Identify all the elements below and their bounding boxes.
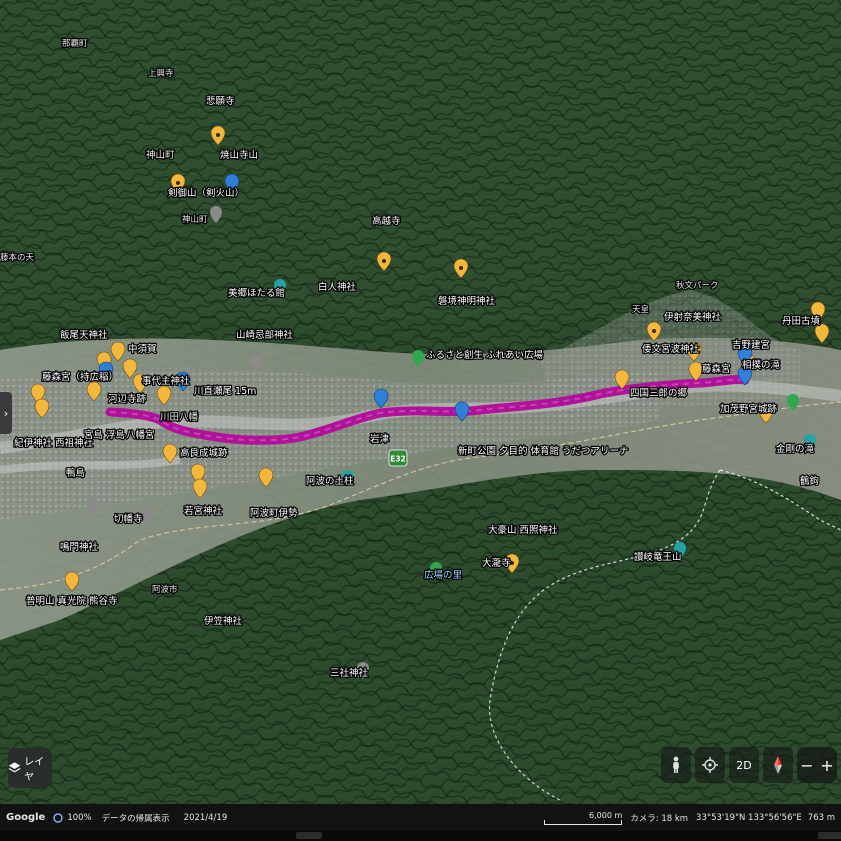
- toggle-2d-button[interactable]: 2D: [729, 747, 759, 783]
- place-label: 普明山 真光院 熊谷寺: [26, 595, 118, 607]
- place-label: 白人神社: [318, 281, 357, 293]
- place-label: 吉野建宮: [732, 339, 770, 351]
- zoom-control: − +: [797, 747, 837, 783]
- place-label: 那覇町: [62, 39, 88, 49]
- place-label: 阿波町伊勢: [250, 507, 298, 519]
- place-label: 大瀧寺: [482, 557, 511, 569]
- place-label: 讃岐竜王山: [634, 551, 682, 563]
- data-attribution-link[interactable]: データの帰属表示: [102, 812, 170, 824]
- minus-icon: −: [800, 755, 814, 775]
- place-label: 相撲の滝: [742, 359, 781, 371]
- place-label: 美郷ほたる館: [228, 287, 285, 299]
- bottom-tab[interactable]: [818, 832, 841, 839]
- place-label: 鶴鉤: [800, 475, 819, 487]
- place-label: 伊射奈美神社: [664, 311, 722, 323]
- place-label: 倭文宮波神社: [642, 343, 700, 355]
- zoom-out-button[interactable]: −: [797, 747, 817, 783]
- place-label: 鴨島: [66, 467, 85, 479]
- my-location-button[interactable]: [695, 747, 725, 783]
- place-label: 若宮神社: [184, 505, 223, 517]
- layers-button[interactable]: レイヤ: [8, 748, 52, 788]
- place-label: 中須賀: [128, 343, 157, 355]
- place-label: 山崎忌部神社: [236, 329, 294, 341]
- bottom-strip: [0, 831, 841, 841]
- place-label: 河辺寺跡: [108, 393, 147, 405]
- highway-shield-label: E32: [390, 455, 406, 464]
- cursor-coordinates: 33°53'19"N 133°56'56"E: [696, 812, 802, 823]
- compass-icon: [774, 756, 782, 774]
- place-label: 高越寺: [372, 215, 401, 227]
- layers-icon: [8, 762, 21, 773]
- place-label: 飯尾天神社: [60, 329, 108, 341]
- pegman-icon: [673, 756, 679, 773]
- zoom-in-button[interactable]: +: [817, 747, 837, 783]
- place-label: 岩津: [370, 433, 390, 445]
- google-logo: Google: [6, 812, 46, 823]
- chevron-right-icon: ›: [3, 406, 9, 420]
- place-label: 金剛の滝: [776, 443, 815, 455]
- place-label: 八幡宮: [126, 429, 155, 441]
- status-bar: Google 100% データの帰属表示 2021/4/19 6,000 m カ…: [0, 804, 841, 831]
- place-label: 川直瀬尾 15m: [194, 385, 256, 397]
- place-label: 高良成城跡: [180, 447, 228, 459]
- bottom-tab[interactable]: [296, 832, 322, 839]
- place-label: 丹田古墳: [782, 315, 821, 327]
- side-panel-toggle[interactable]: ›: [0, 392, 12, 434]
- satellite-map[interactable]: E32 那覇町 上興寺 悲願寺 神山町 焼山寺山 剣御山（剣火山） 神山町 高越…: [0, 0, 841, 841]
- place-label: 焼山寺山: [220, 149, 258, 161]
- place-label: 川田八幡: [160, 411, 199, 423]
- toggle-2d-label: 2D: [736, 758, 752, 772]
- street-view-button[interactable]: [661, 747, 691, 783]
- place-label: 伊笠神社: [204, 615, 243, 627]
- place-label: 神山町: [182, 214, 208, 225]
- place-label: 悲願寺: [206, 95, 235, 107]
- place-label: 天皇: [632, 304, 649, 315]
- imagery-date: 2021/4/19: [183, 812, 228, 823]
- place-label: 阿波市: [152, 584, 178, 595]
- camera-altitude: カメラ: 18 km: [630, 813, 689, 824]
- place-label: 広場の里: [424, 569, 462, 581]
- crosshair-icon: [702, 757, 718, 773]
- place-label: 剣御山（剣火山）: [168, 187, 244, 199]
- place-label: 神山町: [146, 149, 175, 161]
- place-label: 阿波の土柱: [306, 475, 354, 487]
- map-controls: 2D − +: [661, 747, 837, 783]
- place-label: 宮島: [84, 429, 103, 441]
- place-label: 藤森宮: [702, 363, 731, 375]
- place-label: 四国三郎の郷: [630, 387, 688, 399]
- place-label: 浮島: [106, 429, 125, 441]
- place-label: 磐境神明神社: [438, 295, 496, 307]
- place-label: 新町公園 夕目的 体育館 うだつアリーナ: [458, 445, 629, 457]
- place-label: 三社神社: [330, 667, 369, 679]
- highway-shield: E32: [388, 449, 408, 467]
- place-label: ふるさと創生 ふれあい広場: [426, 349, 544, 361]
- place-label: 藤森宮（持広稲）: [42, 371, 118, 383]
- opacity-icon[interactable]: [53, 812, 64, 823]
- cursor-elevation: 763 m: [807, 812, 835, 823]
- place-label: 切幡寺: [114, 513, 143, 525]
- layers-label: レイヤ: [24, 757, 45, 783]
- place-label: 鳴門神社: [60, 541, 99, 553]
- plus-icon: +: [820, 755, 834, 775]
- place-label: 事代主神社: [142, 375, 190, 387]
- scale-bar: 6,000 m: [544, 810, 623, 825]
- place-label: 紀伊神社 西祖神社: [14, 437, 94, 449]
- place-label: 藤本の天: [0, 252, 35, 263]
- opacity-value: 100%: [67, 812, 92, 823]
- compass-button[interactable]: [763, 747, 793, 783]
- scale-label: 6,000 m: [589, 810, 623, 820]
- place-label: 上興寺: [148, 68, 174, 79]
- place-label: 秋文パーク: [676, 280, 719, 291]
- place-label: 大豪山 西照神社: [488, 524, 558, 536]
- place-label: 加茂野宮城跡: [720, 403, 778, 415]
